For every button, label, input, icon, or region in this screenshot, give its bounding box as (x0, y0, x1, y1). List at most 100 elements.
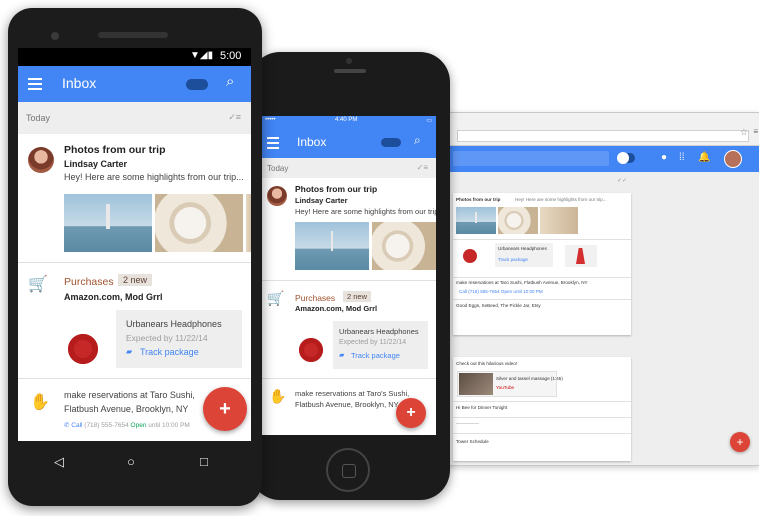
truck-icon: ▰ (126, 347, 133, 356)
email-subject[interactable]: Photos from our trip (295, 184, 377, 194)
browser-chrome: ☆ ≡ (447, 113, 759, 146)
cart-icon: 🛒 (267, 290, 285, 306)
search-icon[interactable]: ⌕ (414, 133, 421, 148)
divider (18, 378, 251, 379)
iphone-home-button[interactable] (326, 448, 370, 492)
reminder-line2: Flatbush Avenue, Brooklyn, NY (295, 400, 399, 409)
divider (453, 277, 631, 278)
bookmark-star-icon[interactable]: ☆ (740, 127, 748, 138)
iphone-speaker (334, 69, 366, 73)
wifi-signal-icon: ▼◢▮ (190, 50, 214, 61)
done-all-icon[interactable]: ✓≡ (228, 112, 241, 123)
today-section-header: Today ✓≡ (18, 102, 251, 134)
browser-menu-icon[interactable]: ≡ (753, 127, 758, 136)
divider (453, 417, 631, 418)
recents-icon[interactable]: □ (200, 454, 208, 469)
email-subject[interactable]: Photos from our trip (64, 144, 166, 156)
phone-icon: ✆ (64, 422, 70, 429)
reminder-hand-icon: ✋ (269, 388, 287, 404)
android-speaker (98, 32, 168, 38)
desktop-photo-thumb[interactable] (540, 207, 578, 234)
phone-number: (718) 555-7654 (84, 422, 129, 429)
open-hours: until 10:00 PM (148, 422, 190, 429)
bundle-label[interactable]: Purchases (295, 293, 335, 303)
divider (453, 239, 631, 240)
desktop-email-snippet: Hey! Here are some highlights from our t… (515, 197, 607, 202)
compose-fab[interactable]: + (203, 387, 247, 431)
iphone-app-bar: Inbox ⌕ (261, 126, 436, 158)
desktop-email-row[interactable]: Tower Schedule (456, 439, 489, 444)
open-status: Open (130, 422, 147, 429)
desktop-pin-toggle[interactable] (617, 152, 635, 164)
hamburger-icon[interactable] (28, 78, 42, 90)
photo-thumbnail[interactable] (155, 194, 243, 252)
desktop-compose-fab[interactable]: + (730, 432, 750, 452)
bundle-label[interactable]: Purchases (64, 276, 114, 288)
desktop-photo-thumb[interactable] (498, 207, 538, 234)
pin-toggle[interactable] (381, 138, 401, 147)
headphones-image (68, 334, 98, 364)
android-app-bar: Inbox ⌕ (18, 66, 251, 102)
desktop-done-all-icon[interactable]: ✓✓ (617, 177, 627, 184)
desktop-apps-grid-icon[interactable]: ⁞⁞ (679, 152, 685, 163)
bundle-senders: Amazon.com, Mod Grrl (295, 304, 378, 313)
call-link[interactable]: Call (71, 422, 82, 429)
headphones-image (299, 338, 323, 362)
video-source: YouTube (496, 385, 515, 390)
desktop-dress-product[interactable] (565, 245, 597, 267)
photo-thumbnail[interactable] (372, 222, 436, 270)
desktop-reminders-icon[interactable]: ● (661, 152, 667, 163)
reminder-contact-row: ✆ Call (718) 555-7654 Open until 10:00 P… (64, 421, 190, 429)
track-package-link[interactable]: Track package (140, 347, 199, 357)
reminder-line1[interactable]: make reservations at Taro Sushi, (64, 390, 195, 400)
photo-thumbnail[interactable] (246, 194, 251, 252)
desktop-photo-thumb[interactable] (456, 207, 496, 234)
product-name: Urbanears Headphones (339, 327, 419, 336)
desktop-email-row[interactable]: Hi Bee for Dinner Tonight (456, 405, 507, 410)
sender-avatar (28, 147, 54, 173)
new-count-badge: 2 new (343, 291, 372, 302)
desktop-user-avatar[interactable] (724, 150, 742, 168)
desktop-inbox-toolbar: ● ⁞⁞ 🔔 (447, 146, 759, 172)
desktop-video-attachment[interactable]: Silver and tassel massage (1:45) YouTube (457, 371, 563, 397)
done-all-icon[interactable]: ✓≡ (417, 163, 428, 172)
email-snippet: Hey! Here are some highlights from our t… (295, 207, 436, 216)
divider (261, 378, 436, 379)
product-expected: Expected by 11/22/14 (126, 333, 208, 343)
track-package-link[interactable]: Track package (351, 351, 400, 360)
desktop-call-row[interactable]: Call (718) 555-7654 Open until 10:00 PM (459, 289, 543, 294)
desktop-browser-window: ☆ ≡ ● ⁞⁞ 🔔 ✓✓ Photos from our trip Hey! … (446, 112, 759, 466)
hamburger-icon[interactable] (267, 137, 279, 149)
android-screen: ▼◢▮ 5:00 Inbox ⌕ Today ✓≡ Photos from ou… (18, 48, 251, 441)
desktop-video-email[interactable]: Check out this hilarious video! (456, 361, 517, 366)
photo-thumbnail[interactable] (295, 222, 369, 270)
desktop-card-earlier: Check out this hilarious video! Silver a… (453, 357, 631, 461)
search-icon[interactable]: ⌕ (226, 73, 234, 90)
today-label: Today (267, 164, 289, 173)
desktop-product-card[interactable]: Urbanears Headphones Track package (495, 243, 553, 267)
signal-icon: ••••• (265, 117, 276, 123)
android-device: ▼◢▮ 5:00 Inbox ⌕ Today ✓≡ Photos from ou… (8, 8, 262, 506)
photo-thumbnail[interactable] (64, 194, 152, 252)
desktop-reminder-row[interactable]: make reservations at Taro Sushi, Flatbus… (456, 280, 588, 285)
video-thumbnail (459, 373, 493, 395)
back-icon[interactable]: ◁ (54, 454, 64, 470)
home-icon[interactable]: ○ (127, 454, 135, 469)
desktop-email-row[interactable]: ————— (456, 421, 479, 426)
desktop-email-subject[interactable]: Photos from our trip (456, 197, 500, 202)
desktop-search-input[interactable] (453, 151, 609, 166)
address-bar[interactable] (457, 130, 749, 142)
desktop-track-package-link[interactable]: Track package (498, 257, 528, 262)
sender-avatar (267, 186, 287, 206)
compose-fab[interactable]: + (396, 398, 426, 428)
reminder-line1[interactable]: make reservations at Taro's Sushi, (295, 389, 409, 398)
desktop-notifications-icon[interactable]: 🔔 (698, 152, 710, 163)
product-card[interactable]: Urbanears Headphones Expected by 11/22/1… (116, 310, 242, 368)
email-sender: Lindsay Carter (295, 196, 348, 205)
desktop-purchases-row[interactable]: Good Eggs, SeBeed, The Pickle Jar, Etsy (456, 303, 541, 308)
dress-image (576, 248, 585, 264)
pin-toggle[interactable] (186, 79, 208, 90)
divider (453, 299, 631, 300)
product-card[interactable]: Urbanears Headphones Expected by 11/22/1… (333, 321, 428, 369)
reminder-line2: Flatbush Avenue, Brooklyn, NY (64, 404, 189, 414)
